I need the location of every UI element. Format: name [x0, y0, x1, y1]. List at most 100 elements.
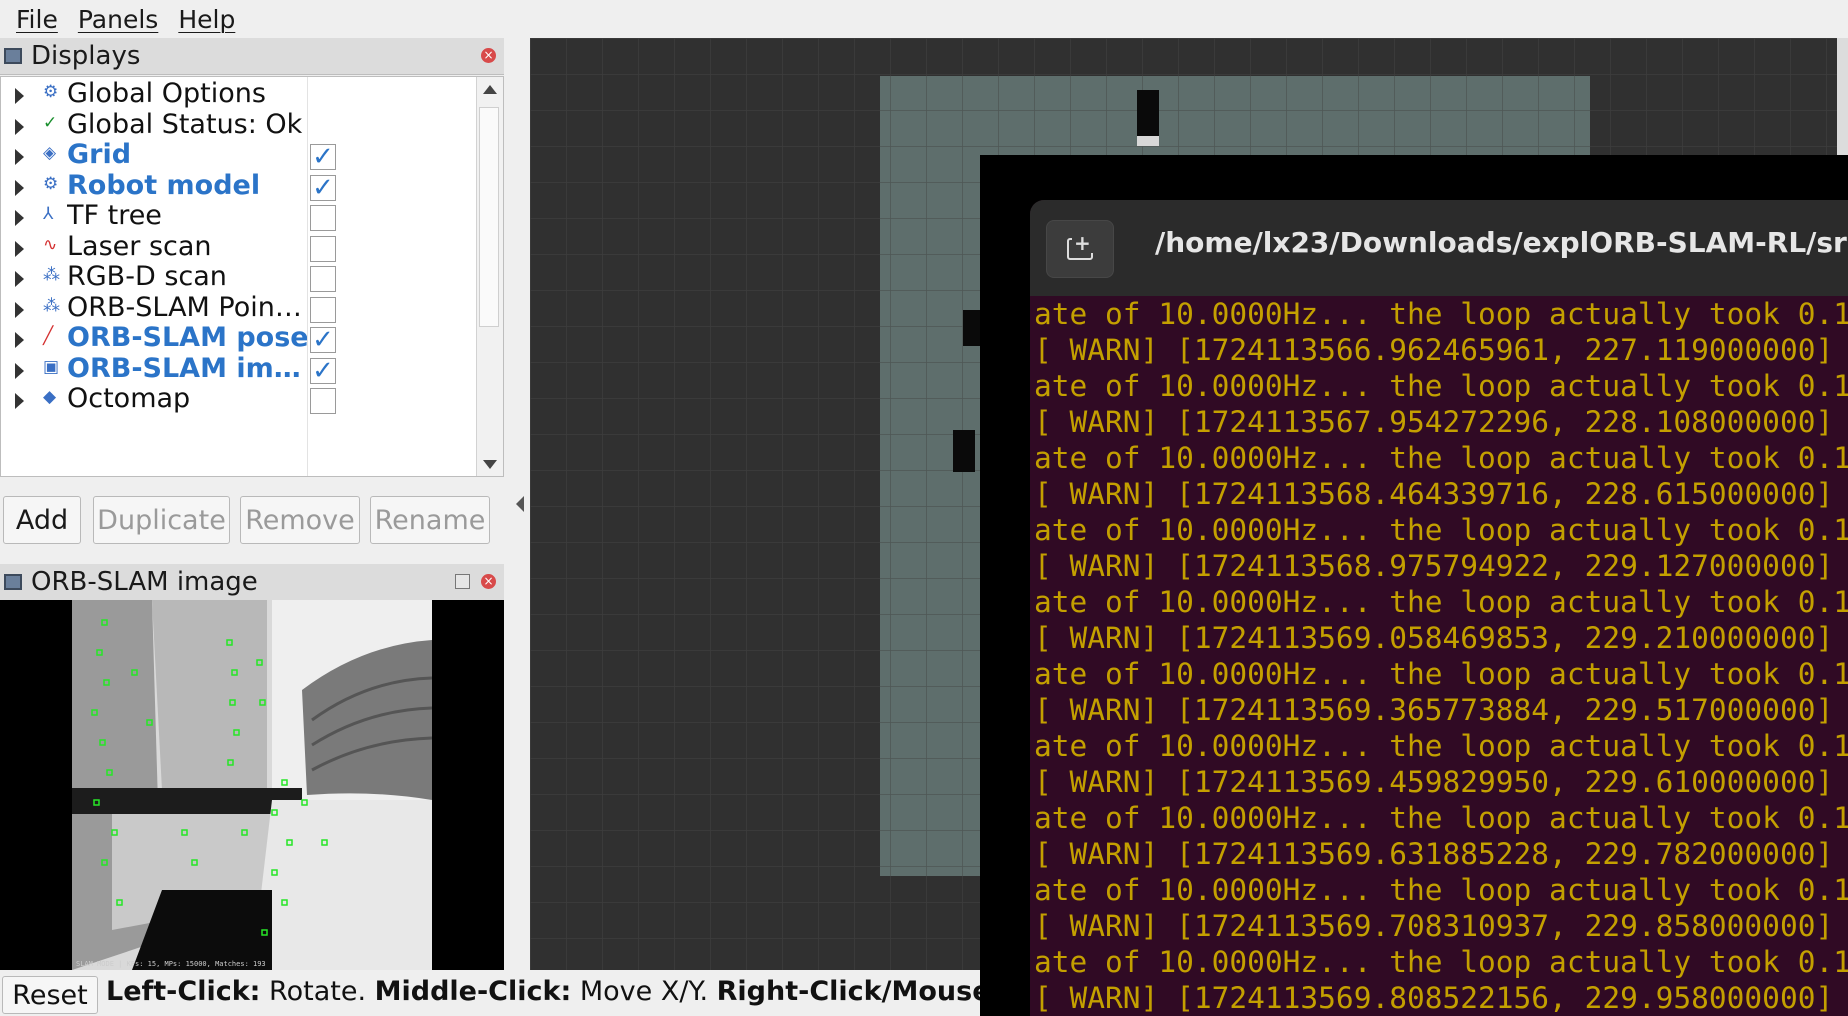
rename-button[interactable]: Rename — [370, 496, 490, 544]
terminal-header: + /home/lx23/Downloads/explORB-SLAM-RL/s… — [1030, 200, 1848, 296]
terminal-title: /home/lx23/Downloads/explORB-SLAM-RL/src… — [1155, 226, 1848, 259]
display-buttons: Add Duplicate Remove Rename — [0, 478, 504, 546]
expand-arrow-icon[interactable] — [15, 271, 24, 287]
menu-help[interactable]: Help — [178, 5, 235, 34]
expand-arrow-icon[interactable] — [15, 332, 24, 348]
expand-arrow-icon[interactable] — [15, 179, 24, 196]
displays-panel-title: Displays — [31, 41, 141, 71]
display-enable-checkbox[interactable]: ✓ — [310, 144, 336, 170]
laser-icon: ∿ — [43, 234, 58, 255]
mouse-hint: Left-Click: Rotate. Middle-Click: Move X… — [106, 976, 1030, 1007]
terminal-line: [ WARN] [1724113567.954272296, 228.10800… — [1034, 405, 1834, 439]
terminal-line: [ WARN] [1724113566.962465961, 227.11900… — [1034, 333, 1834, 367]
terminal-line: [ WARN] [1724113569.058469853, 229.21000… — [1034, 621, 1834, 655]
display-item[interactable]: ◆ Octomap — [1, 383, 473, 419]
terminal-line: [ WARN] [1724113568.464339716, 228.61500… — [1034, 477, 1834, 511]
octomap-icon: ◆ — [43, 387, 57, 407]
terminal-line: [ WARN] [1724113569.365773884, 229.51700… — [1034, 693, 1834, 727]
vertical-scrollbar[interactable] — [476, 77, 503, 476]
scroll-up-icon[interactable] — [483, 85, 497, 94]
reset-button[interactable]: Reset — [2, 976, 98, 1014]
display-enable-checkbox[interactable] — [310, 266, 336, 292]
close-icon[interactable]: × — [481, 48, 496, 63]
expand-arrow-icon[interactable] — [15, 210, 24, 226]
display-item-label: Robot model — [67, 169, 261, 201]
terminal-line: ate of 10.0000Hz... the loop actually to… — [1034, 585, 1848, 619]
orb-slam-camera-image: SLAM MODE | KFs: 15, MPs: 15000, Matches… — [0, 600, 504, 970]
hint-left-text: Rotate. — [260, 976, 375, 1007]
tf-icon: ⅄ — [43, 204, 54, 224]
terminal-line: [ WARN] [1724113569.459829950, 229.61000… — [1034, 765, 1834, 799]
display-enable-checkbox[interactable] — [310, 235, 336, 262]
display-item-label: Laser scan — [67, 230, 212, 262]
monitor-icon — [4, 48, 22, 64]
terminal-line: ate of 10.0000Hz... the loop actually to… — [1034, 369, 1848, 403]
float-panel-icon[interactable] — [455, 574, 470, 589]
scrollbar-thumb[interactable] — [479, 107, 499, 327]
expand-arrow-icon[interactable] — [15, 88, 24, 104]
expand-arrow-icon[interactable] — [15, 240, 24, 257]
displays-panel-header: Displays × — [0, 38, 504, 75]
grid-icon: ◈ — [43, 143, 57, 163]
image-icon: ▣ — [43, 356, 60, 377]
menu-panels[interactable]: Panels — [78, 5, 158, 34]
image-icon — [4, 574, 22, 590]
terminal-line: [ WARN] [1724113569.708310937, 229.85800… — [1034, 909, 1834, 943]
close-icon[interactable]: × — [481, 574, 496, 589]
display-item-label: ORB-SLAM pose — [67, 322, 307, 353]
collapse-panel-icon[interactable] — [516, 496, 524, 512]
hint-middle-text: Move X/Y. — [571, 976, 717, 1007]
menu-file[interactable]: File — [16, 5, 58, 34]
terminal-line: ate of 10.0000Hz... the loop actually to… — [1034, 657, 1848, 691]
terminal-line: ate of 10.0000Hz... the loop actually to… — [1034, 297, 1848, 331]
gear-icon: ⚙ — [43, 82, 59, 102]
display-enable-checkbox[interactable] — [310, 296, 336, 323]
displays-tree: ⚙ Global Options ✓ Global Status: Ok ◈ Grid ✓ ⚙… — [0, 76, 504, 477]
display-item-label: TF tree — [67, 200, 162, 231]
display-item-label: ORB-SLAM Poin… — [67, 291, 302, 323]
expand-arrow-icon[interactable] — [15, 301, 24, 318]
terminal-line: [ WARN] [1724113569.631885228, 229.78200… — [1034, 837, 1834, 871]
terminal-line: ate of 10.0000Hz... the loop actually to… — [1034, 441, 1848, 475]
terminal-line: ate of 10.0000Hz... the loop actually to… — [1034, 873, 1848, 907]
terminal-line: ate of 10.0000Hz... the loop actually to… — [1034, 729, 1848, 763]
remove-button[interactable]: Remove — [240, 496, 360, 544]
display-item-label: RGB-D scan — [67, 261, 227, 292]
menu-bar: File Panels Help — [0, 0, 1848, 38]
expand-arrow-icon[interactable] — [15, 118, 24, 135]
scroll-down-icon[interactable] — [483, 460, 497, 469]
expand-arrow-icon[interactable] — [15, 362, 24, 379]
hint-left-label: Left-Click: — [106, 976, 261, 1007]
display-item-label: Octomap — [67, 383, 191, 414]
pointcloud-icon: ⁂ — [43, 295, 60, 316]
display-enable-checkbox[interactable]: ✓ — [310, 327, 336, 353]
display-enable-checkbox[interactable]: ✓ — [310, 174, 336, 201]
display-item-label: Global Options — [67, 78, 266, 109]
display-enable-checkbox[interactable]: ✓ — [310, 357, 336, 384]
terminal-line: [ WARN] [1724113568.975794922, 229.12700… — [1034, 549, 1834, 583]
new-tab-button[interactable]: + — [1046, 220, 1114, 278]
terminal-window[interactable]: + /home/lx23/Downloads/explORB-SLAM-RL/s… — [1030, 200, 1848, 1016]
display-item-label: ORB-SLAM im… — [67, 352, 301, 384]
robot-icon: ⚙ — [43, 173, 59, 194]
image-panel-header: ORB-SLAM image × — [0, 564, 504, 600]
camera-frame: SLAM MODE | KFs: 15, MPs: 15000, Matches… — [72, 600, 432, 970]
duplicate-button[interactable]: Duplicate — [93, 496, 230, 544]
display-enable-checkbox[interactable] — [310, 388, 336, 414]
hint-middle-label: Middle-Click: — [374, 976, 572, 1007]
terminal-line: [ WARN] [1724113569.808522156, 229.95800… — [1034, 981, 1834, 1015]
pose-icon: ╱ — [43, 326, 54, 346]
image-caption: SLAM MODE | KFs: 15, MPs: 15000, Matches… — [76, 960, 266, 968]
check-icon: ✓ — [43, 112, 58, 133]
display-item-label: Grid — [67, 139, 132, 170]
terminal-output[interactable]: ate of 10.0000Hz... the loop actually to… — [1034, 296, 1848, 1016]
terminal-line: ate of 10.0000Hz... the loop actually to… — [1034, 801, 1848, 835]
add-button[interactable]: Add — [3, 496, 81, 544]
expand-arrow-icon[interactable] — [15, 393, 24, 409]
display-item-label: Global Status: Ok — [67, 108, 303, 140]
terminal-line: ate of 10.0000Hz... the loop actually to… — [1034, 945, 1848, 979]
terminal-line: ate of 10.0000Hz... the loop actually to… — [1034, 513, 1848, 547]
expand-arrow-icon[interactable] — [15, 149, 24, 165]
image-panel-title: ORB-SLAM image — [31, 567, 258, 597]
display-enable-checkbox[interactable] — [310, 205, 336, 231]
